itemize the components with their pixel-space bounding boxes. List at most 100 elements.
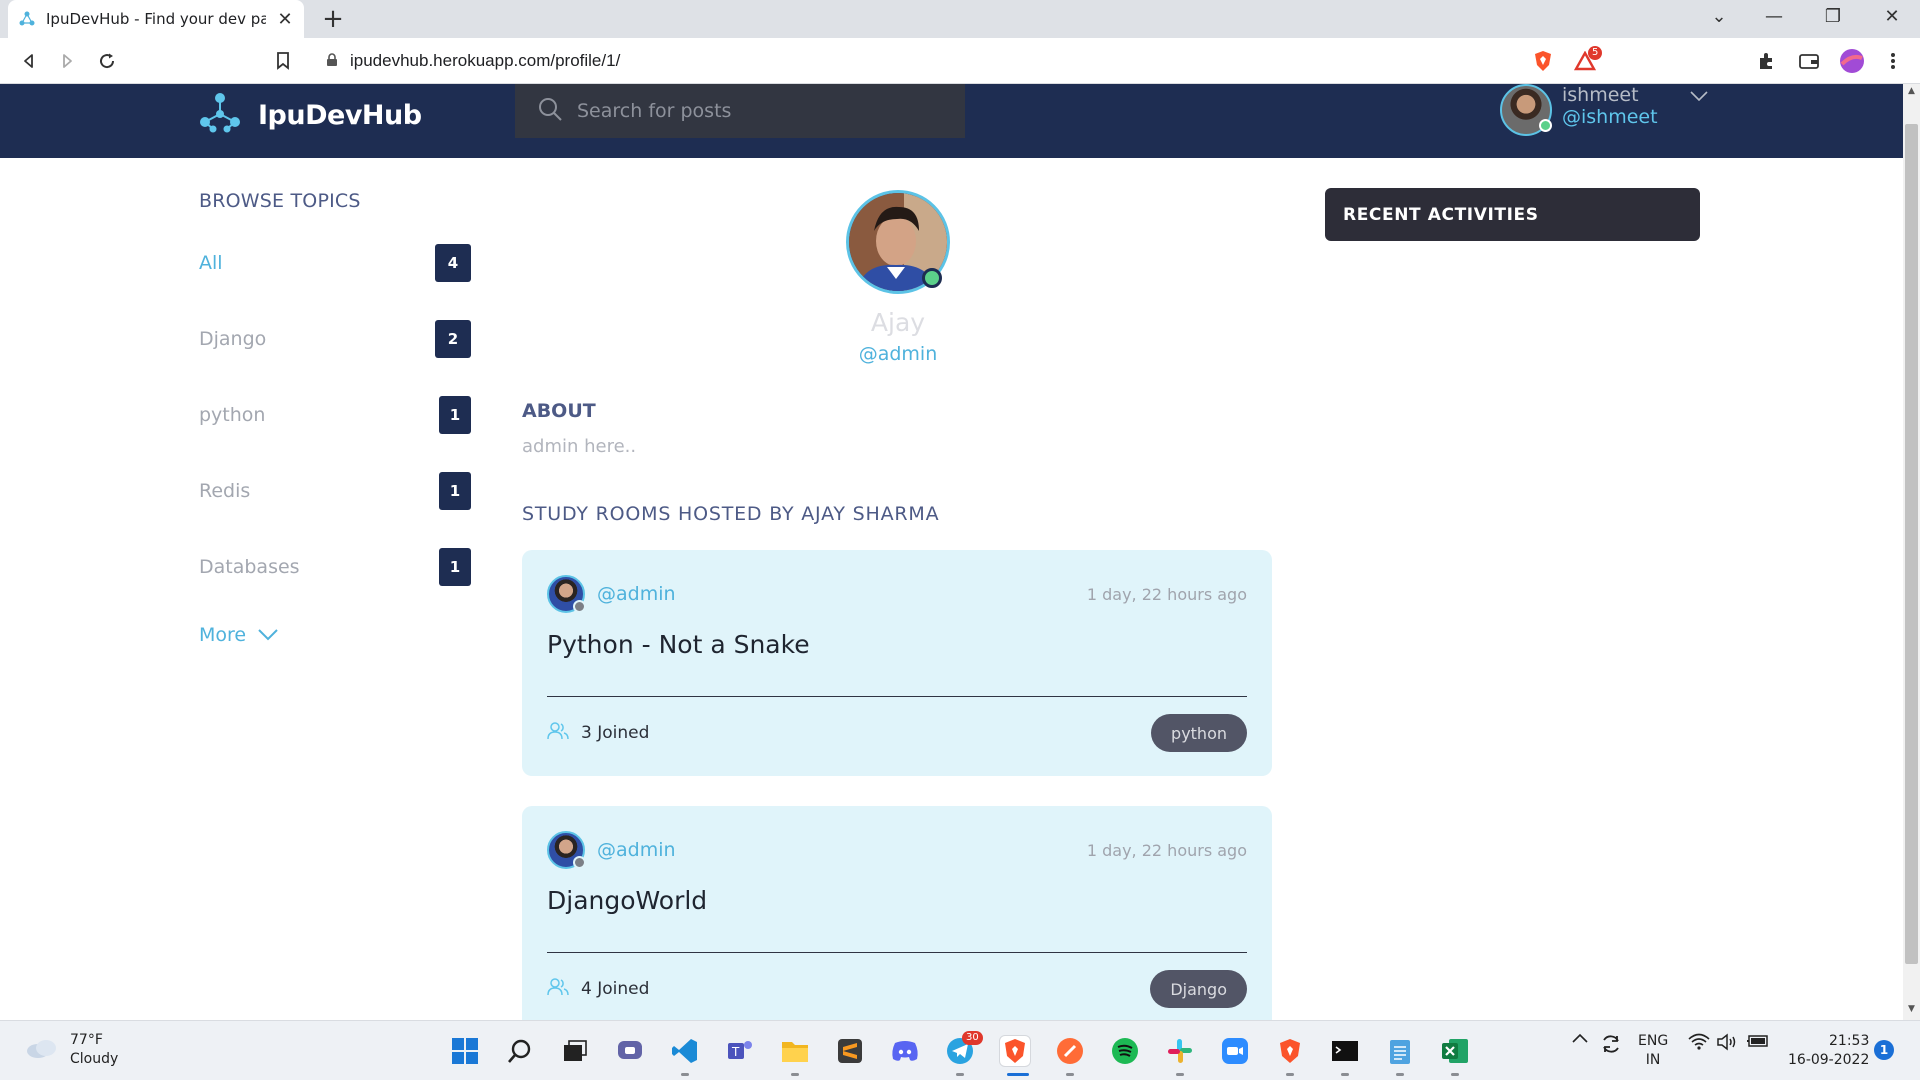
topic-count-badge: 1 [439, 472, 471, 510]
room-card[interactable]: @admin 1 day, 22 hours ago Python - Not … [522, 550, 1272, 776]
tab-search-icon[interactable]: ⌄ [1704, 6, 1734, 27]
cloud-icon [24, 1036, 58, 1064]
recent-activities-header: RECENT ACTIVITIES [1325, 188, 1700, 241]
profile-handle: @admin [858, 343, 938, 365]
address-bar[interactable]: ipudevhub.herokuapp.com/profile/1/ [310, 44, 1520, 78]
room-title[interactable]: DjangoWorld [547, 886, 707, 915]
status-dot-icon [573, 856, 586, 869]
postman-icon[interactable] [1054, 1035, 1086, 1067]
back-icon[interactable] [16, 48, 42, 74]
divider [547, 952, 1247, 953]
telegram-unread-badge: 30 [962, 1031, 983, 1045]
language-indicator[interactable]: ENG IN [1638, 1032, 1668, 1070]
about-title: ABOUT [522, 400, 596, 422]
restore-icon[interactable]: ❐ [1818, 6, 1848, 27]
windows-start-icon[interactable] [449, 1035, 481, 1067]
scrollbar-thumb[interactable] [1905, 124, 1918, 964]
brave-beta-icon[interactable] [1274, 1035, 1306, 1067]
weather-desc: Cloudy [70, 1051, 119, 1067]
chat-icon[interactable] [614, 1035, 646, 1067]
reload-icon[interactable] [94, 48, 120, 74]
sync-icon[interactable] [1600, 1033, 1622, 1055]
teams-icon[interactable]: T [724, 1035, 756, 1067]
topic-count-badge: 2 [435, 320, 471, 358]
extensions-icon[interactable] [1753, 48, 1779, 74]
brave-rewards-icon[interactable]: 5 [1572, 46, 1603, 74]
battery-icon[interactable] [1746, 1033, 1770, 1049]
room-host[interactable]: @admin [547, 575, 676, 613]
room-title[interactable]: Python - Not a Snake [547, 630, 810, 659]
site-header: IpuDevHub ishmeet @ishmeet [0, 84, 1905, 158]
vscode-icon[interactable] [669, 1035, 701, 1067]
joined-label: 4 Joined [581, 979, 650, 999]
scroll-down-arrow-icon[interactable]: ▼ [1905, 1004, 1918, 1014]
terminal-icon[interactable] [1329, 1035, 1361, 1067]
browse-topics-title: BROWSE TOPICS [199, 190, 361, 212]
more-topics-button[interactable]: More [199, 624, 278, 646]
brave-shields-icon[interactable] [1530, 48, 1556, 74]
forward-icon[interactable] [54, 48, 80, 74]
telegram-icon[interactable]: 30 [944, 1031, 983, 1067]
excel-icon[interactable] [1439, 1035, 1471, 1067]
topic-item-databases[interactable]: Databases 1 [199, 547, 471, 587]
wifi-icon[interactable] [1688, 1033, 1710, 1051]
search-icon[interactable] [504, 1035, 536, 1067]
room-timestamp: 1 day, 22 hours ago [1086, 584, 1247, 604]
wallet-icon[interactable] [1796, 48, 1822, 74]
browser-tab[interactable]: IpuDevHub - Find your dev partn ✕ [8, 0, 304, 38]
divider [547, 696, 1247, 697]
room-topic-tag[interactable]: Django [1150, 970, 1247, 1008]
topic-item-redis[interactable]: Redis 1 [199, 471, 471, 511]
user-menu[interactable]: ishmeet @ishmeet [1500, 84, 1708, 136]
rewards-badge: 5 [1588, 46, 1603, 60]
room-topic-tag[interactable]: python [1151, 714, 1247, 752]
user-handle: @ishmeet [1562, 106, 1658, 128]
user-name: ishmeet [1562, 84, 1639, 106]
region-code: IN [1645, 1052, 1661, 1068]
joined-count: 4 Joined [547, 977, 650, 1001]
online-status-icon [1539, 119, 1552, 132]
topic-label: Redis [199, 480, 251, 502]
study-rooms-title: STUDY ROOMS HOSTED BY AJAY SHARMA [522, 503, 940, 525]
browser-menu-icon[interactable] [1880, 48, 1906, 74]
site-logo[interactable]: IpuDevHub [198, 92, 422, 138]
topic-item-all[interactable]: All 4 [199, 243, 471, 283]
host-avatar [547, 575, 586, 613]
brave-browser-icon[interactable] [999, 1035, 1031, 1067]
system-clock[interactable]: 21:53 16-09-2022 [1788, 1032, 1869, 1070]
room-host[interactable]: @admin [547, 831, 676, 869]
topic-item-django[interactable]: Django 2 [199, 319, 471, 359]
bookmark-icon[interactable] [270, 48, 296, 74]
scroll-up-arrow-icon[interactable]: ▲ [1905, 86, 1918, 96]
minimize-icon[interactable]: — [1759, 6, 1789, 27]
notification-badge[interactable]: 1 [1874, 1040, 1894, 1060]
room-card[interactable]: @admin 1 day, 22 hours ago DjangoWorld 4… [522, 806, 1272, 1020]
file-explorer-icon[interactable] [779, 1035, 811, 1067]
discord-icon[interactable] [889, 1035, 921, 1067]
topic-count-badge: 1 [439, 548, 471, 586]
task-view-icon[interactable] [559, 1035, 591, 1067]
topic-count-badge: 4 [435, 244, 471, 282]
browser-toolbar: ipudevhub.herokuapp.com/profile/1/ 5 [0, 38, 1920, 84]
spotify-icon[interactable] [1109, 1035, 1141, 1067]
chevron-up-icon[interactable] [1572, 1033, 1588, 1043]
topic-label: All [199, 252, 223, 274]
new-tab-icon[interactable]: + [320, 6, 346, 32]
sublime-text-icon[interactable] [834, 1035, 866, 1067]
weather-temp: 77°F [70, 1032, 103, 1048]
search-bar[interactable] [515, 84, 965, 138]
chevron-down-icon [258, 626, 278, 645]
volume-icon[interactable] [1716, 1033, 1738, 1051]
slack-icon[interactable] [1164, 1035, 1196, 1067]
profile-icon[interactable] [1839, 48, 1865, 74]
search-input[interactable] [577, 100, 937, 122]
search-icon [537, 96, 563, 126]
topic-item-python[interactable]: python 1 [199, 395, 471, 435]
close-window-icon[interactable]: ✕ [1877, 6, 1907, 27]
notepad-icon[interactable] [1384, 1035, 1416, 1067]
tab-close-icon[interactable]: ✕ [276, 9, 294, 30]
chevron-down-icon[interactable] [1689, 86, 1708, 105]
browser-tab-strip: IpuDevHub - Find your dev partn ✕ + ⌄ — … [0, 0, 1920, 38]
weather-widget[interactable]: 77°F Cloudy [24, 1031, 118, 1069]
zoom-icon[interactable] [1219, 1035, 1251, 1067]
